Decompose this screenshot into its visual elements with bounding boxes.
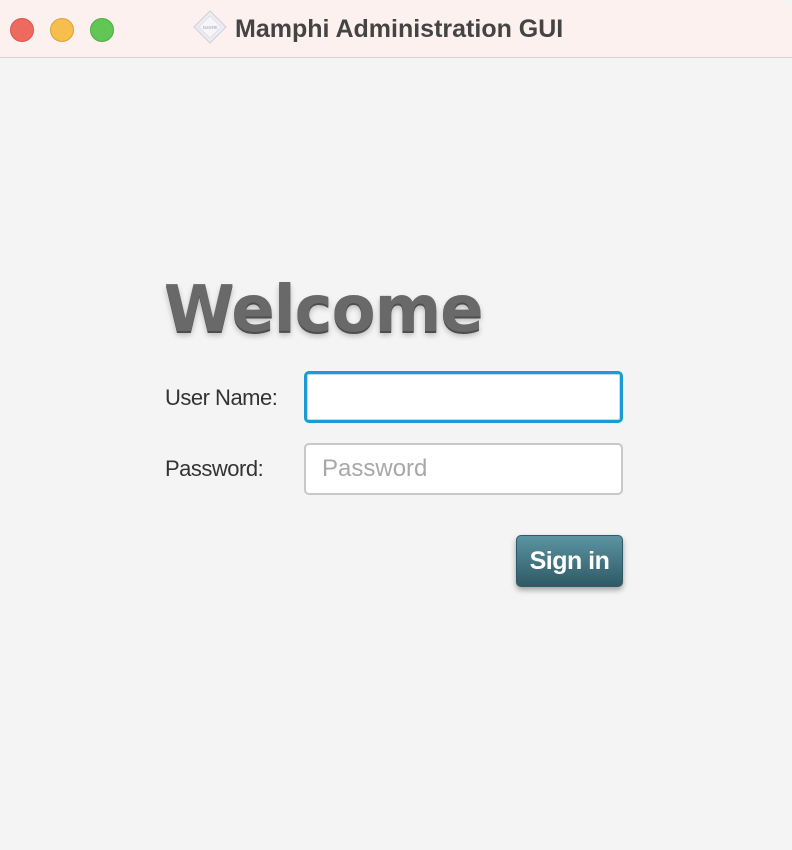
username-input[interactable] — [304, 371, 623, 423]
zoom-button[interactable] — [90, 18, 114, 42]
close-button[interactable] — [10, 18, 34, 42]
title-bar[interactable]: MAMPHI Mamphi Administration GUI — [0, 0, 792, 58]
svg-text:MAMPHI: MAMPHI — [203, 26, 219, 30]
app-logo-icon: MAMPHI — [193, 10, 227, 44]
window-title: Mamphi Administration GUI — [235, 15, 564, 43]
welcome-heading: Welcome — [164, 273, 484, 347]
password-input[interactable] — [304, 443, 623, 495]
sign-in-button[interactable]: Sign in — [516, 535, 623, 587]
minimize-button[interactable] — [50, 18, 74, 42]
username-label: User Name: — [165, 385, 278, 410]
password-label: Password: — [165, 456, 264, 481]
